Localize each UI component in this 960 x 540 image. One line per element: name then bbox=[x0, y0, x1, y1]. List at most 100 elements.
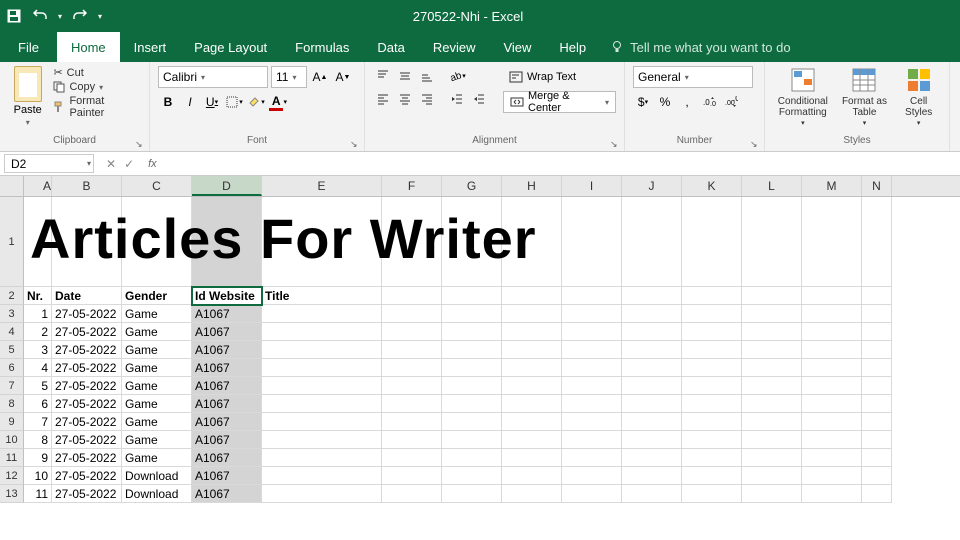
tell-me-search[interactable]: Tell me what you want to do bbox=[600, 32, 800, 62]
cell-C1[interactable] bbox=[122, 197, 192, 287]
cell-K5[interactable] bbox=[682, 341, 742, 359]
cell-E4[interactable] bbox=[262, 323, 382, 341]
column-header-D[interactable]: D bbox=[192, 176, 262, 196]
cell-L5[interactable] bbox=[742, 341, 802, 359]
decrease-indent-button[interactable] bbox=[447, 89, 467, 109]
cell-G8[interactable] bbox=[442, 395, 502, 413]
cell-G9[interactable] bbox=[442, 413, 502, 431]
tab-page-layout[interactable]: Page Layout bbox=[180, 32, 281, 62]
cell-M5[interactable] bbox=[802, 341, 862, 359]
cell-K8[interactable] bbox=[682, 395, 742, 413]
cell-N7[interactable] bbox=[862, 377, 892, 395]
cell-E12[interactable] bbox=[262, 467, 382, 485]
cell-C2[interactable]: Gender bbox=[122, 287, 192, 305]
cell-D1[interactable] bbox=[192, 197, 262, 287]
font-color-button[interactable]: A▾ bbox=[268, 92, 288, 112]
formula-input[interactable] bbox=[161, 152, 960, 175]
cell-N4[interactable] bbox=[862, 323, 892, 341]
cell-B2[interactable]: Date bbox=[52, 287, 122, 305]
cell-A5[interactable]: 3 bbox=[24, 341, 52, 359]
tab-formulas[interactable]: Formulas bbox=[281, 32, 363, 62]
cell-H6[interactable] bbox=[502, 359, 562, 377]
cell-D4[interactable]: A1067 bbox=[192, 323, 262, 341]
cell-M2[interactable] bbox=[802, 287, 862, 305]
cell-M6[interactable] bbox=[802, 359, 862, 377]
cell-B9[interactable]: 27-05-2022 bbox=[52, 413, 122, 431]
cell-D10[interactable]: A1067 bbox=[192, 431, 262, 449]
cell-D2[interactable]: Id Website bbox=[192, 287, 262, 305]
cell-N2[interactable] bbox=[862, 287, 892, 305]
increase-indent-button[interactable] bbox=[469, 89, 489, 109]
align-middle-button[interactable] bbox=[395, 66, 415, 86]
cut-button[interactable]: ✂Cut bbox=[53, 66, 141, 79]
cell-F12[interactable] bbox=[382, 467, 442, 485]
cell-J8[interactable] bbox=[622, 395, 682, 413]
cell-J6[interactable] bbox=[622, 359, 682, 377]
cell-L2[interactable] bbox=[742, 287, 802, 305]
cell-F11[interactable] bbox=[382, 449, 442, 467]
row-header-6[interactable]: 6 bbox=[0, 359, 24, 377]
cell-B12[interactable]: 27-05-2022 bbox=[52, 467, 122, 485]
cell-N12[interactable] bbox=[862, 467, 892, 485]
cell-D6[interactable]: A1067 bbox=[192, 359, 262, 377]
cell-H12[interactable] bbox=[502, 467, 562, 485]
cell-C8[interactable]: Game bbox=[122, 395, 192, 413]
cell-F4[interactable] bbox=[382, 323, 442, 341]
cell-E2[interactable]: Title bbox=[262, 287, 382, 305]
cell-M12[interactable] bbox=[802, 467, 862, 485]
font-size-combo[interactable]: 11▾ bbox=[271, 66, 307, 88]
cell-A8[interactable]: 6 bbox=[24, 395, 52, 413]
currency-button[interactable]: $▾ bbox=[633, 92, 653, 112]
cell-G1[interactable] bbox=[442, 197, 502, 287]
cell-K9[interactable] bbox=[682, 413, 742, 431]
tab-help[interactable]: Help bbox=[545, 32, 600, 62]
cell-A10[interactable]: 8 bbox=[24, 431, 52, 449]
cell-L7[interactable] bbox=[742, 377, 802, 395]
font-name-combo[interactable]: Calibri▾ bbox=[158, 66, 268, 88]
cell-M8[interactable] bbox=[802, 395, 862, 413]
paste-button[interactable]: Paste ▾ bbox=[8, 66, 47, 135]
cell-E5[interactable] bbox=[262, 341, 382, 359]
cell-A11[interactable]: 9 bbox=[24, 449, 52, 467]
wrap-text-button[interactable]: Wrap Text bbox=[503, 66, 616, 88]
cell-I11[interactable] bbox=[562, 449, 622, 467]
cell-I3[interactable] bbox=[562, 305, 622, 323]
merge-center-button[interactable]: Merge & Center▾ bbox=[503, 91, 616, 113]
cell-G3[interactable] bbox=[442, 305, 502, 323]
format-as-table-button[interactable]: Format as Table▾ bbox=[835, 66, 895, 135]
cell-M3[interactable] bbox=[802, 305, 862, 323]
cell-F8[interactable] bbox=[382, 395, 442, 413]
bold-button[interactable]: B bbox=[158, 92, 178, 112]
cell-H5[interactable] bbox=[502, 341, 562, 359]
tab-review[interactable]: Review bbox=[419, 32, 490, 62]
cell-C5[interactable]: Game bbox=[122, 341, 192, 359]
cell-E1[interactable] bbox=[262, 197, 382, 287]
cell-I1[interactable] bbox=[562, 197, 622, 287]
cell-C13[interactable]: Download bbox=[122, 485, 192, 503]
column-header-G[interactable]: G bbox=[442, 176, 502, 196]
cell-J3[interactable] bbox=[622, 305, 682, 323]
cell-K6[interactable] bbox=[682, 359, 742, 377]
cell-L8[interactable] bbox=[742, 395, 802, 413]
cell-C9[interactable]: Game bbox=[122, 413, 192, 431]
row-header-13[interactable]: 13 bbox=[0, 485, 24, 503]
align-right-button[interactable] bbox=[417, 89, 437, 109]
cell-C12[interactable]: Download bbox=[122, 467, 192, 485]
cell-E6[interactable] bbox=[262, 359, 382, 377]
tab-view[interactable]: View bbox=[489, 32, 545, 62]
increase-font-size-button[interactable]: A▲ bbox=[310, 67, 330, 87]
row-header-5[interactable]: 5 bbox=[0, 341, 24, 359]
cell-I6[interactable] bbox=[562, 359, 622, 377]
cell-D12[interactable]: A1067 bbox=[192, 467, 262, 485]
cell-L9[interactable] bbox=[742, 413, 802, 431]
cell-E11[interactable] bbox=[262, 449, 382, 467]
cell-N8[interactable] bbox=[862, 395, 892, 413]
cell-A4[interactable]: 2 bbox=[24, 323, 52, 341]
cell-G2[interactable] bbox=[442, 287, 502, 305]
cell-N13[interactable] bbox=[862, 485, 892, 503]
chevron-down-icon[interactable]: ▾ bbox=[26, 118, 30, 127]
cell-M13[interactable] bbox=[802, 485, 862, 503]
cell-F1[interactable] bbox=[382, 197, 442, 287]
format-painter-button[interactable]: Format Painter bbox=[53, 95, 141, 119]
cell-G6[interactable] bbox=[442, 359, 502, 377]
